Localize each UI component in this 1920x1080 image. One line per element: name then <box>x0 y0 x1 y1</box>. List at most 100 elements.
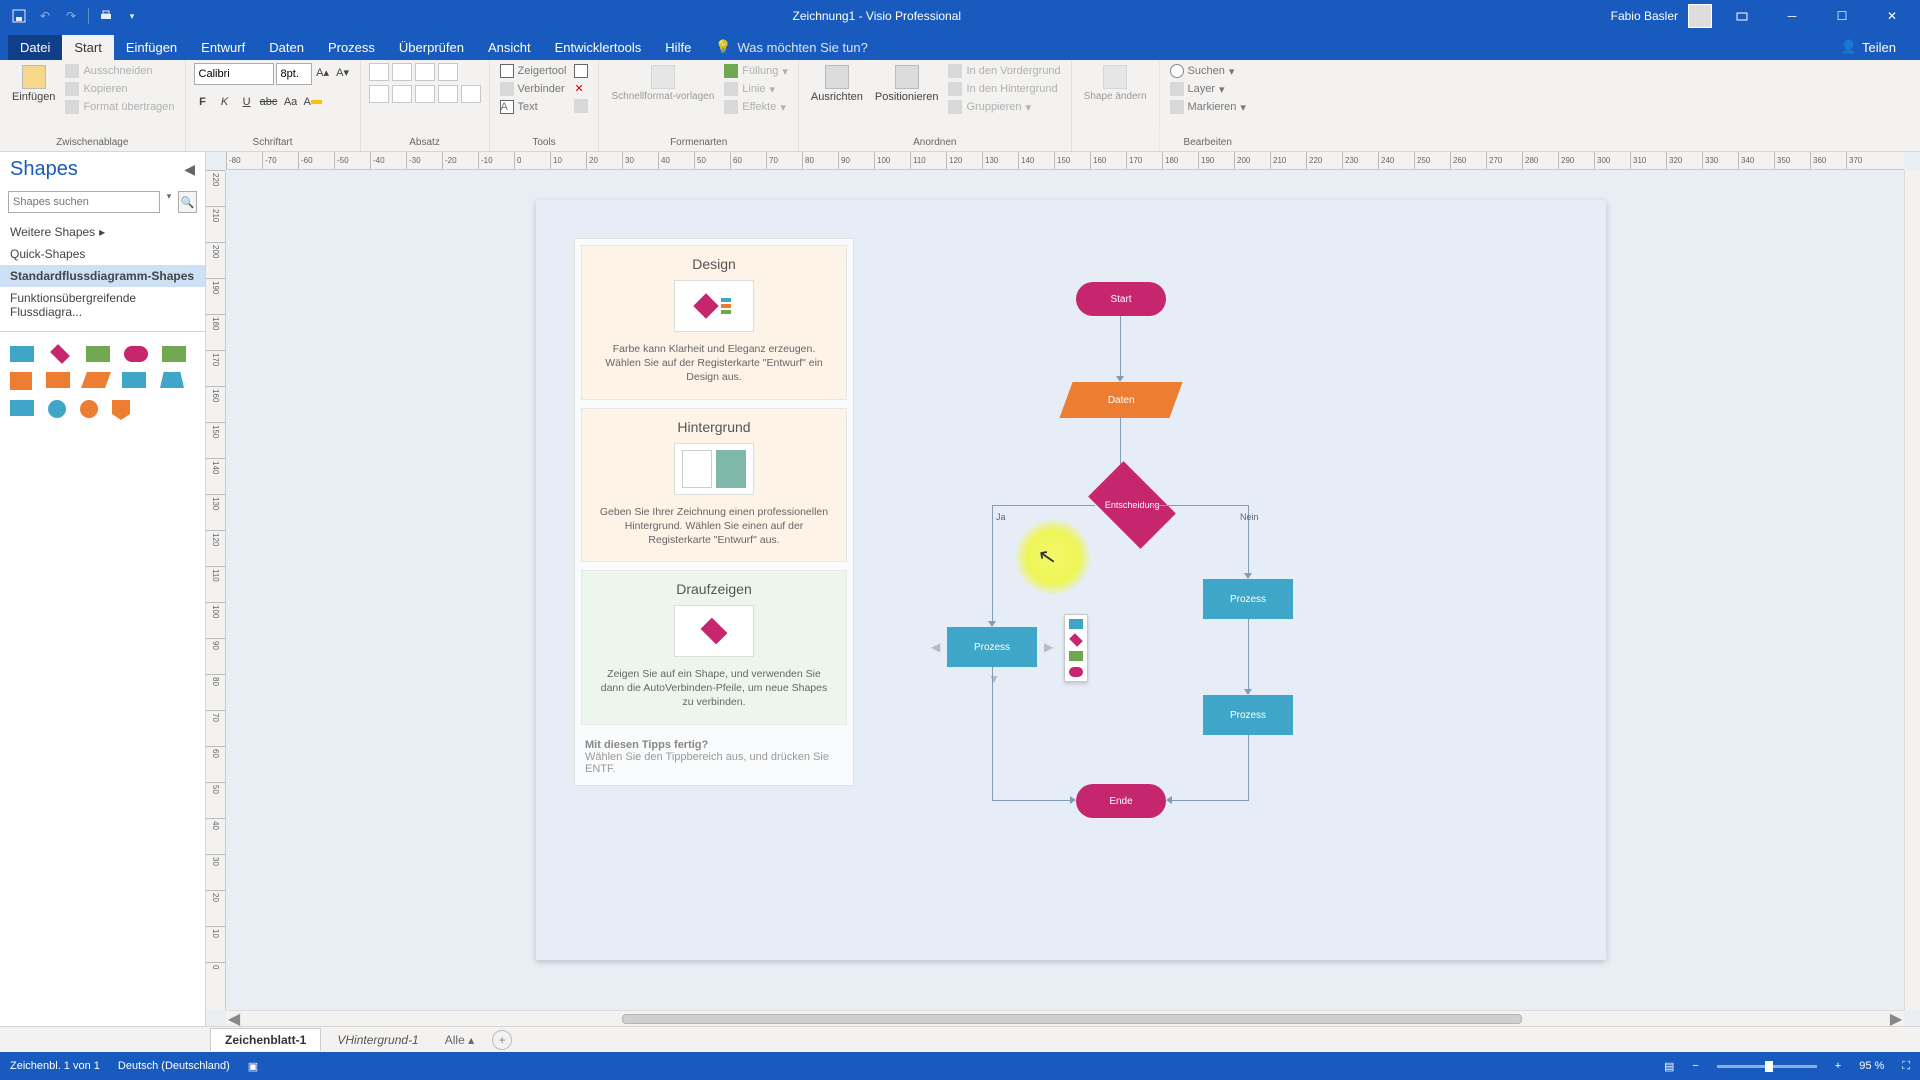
connector[interactable] <box>1149 505 1249 506</box>
redo-icon[interactable]: ↷ <box>62 7 80 25</box>
collapse-panel-button[interactable]: ◀ <box>184 161 195 178</box>
fill-button[interactable]: Füllung ▾ <box>722 63 790 79</box>
shapes-search-dropdown[interactable]: ▾ <box>164 191 174 213</box>
connector[interactable] <box>992 667 993 800</box>
autoconnect-right-icon[interactable]: ▶ <box>1044 640 1053 654</box>
font-name-select[interactable] <box>194 63 274 85</box>
share-button[interactable]: 👤 Teilen <box>1831 34 1906 60</box>
tab-data[interactable]: Daten <box>257 35 316 60</box>
stencil-terminator2[interactable] <box>162 346 186 362</box>
autoconnect-down-icon[interactable]: ▼ <box>988 672 1000 686</box>
autoconnect-left-icon[interactable]: ◀ <box>931 640 940 654</box>
indent-dec-button[interactable] <box>438 85 458 103</box>
stencil-connector[interactable] <box>48 400 66 418</box>
font-color-button[interactable]: A <box>304 93 322 111</box>
change-shape-button[interactable]: Shape ändern <box>1080 63 1151 104</box>
minimize-button[interactable]: ─ <box>1772 0 1812 32</box>
align-middle-button[interactable] <box>392 63 412 81</box>
fit-page-button[interactable]: ⛶ <box>1902 1060 1910 1073</box>
page-tab-background[interactable]: VHintergrund-1 <box>323 1029 432 1051</box>
scroll-thumb[interactable] <box>622 1014 1522 1024</box>
stencil-custom2[interactable] <box>10 400 34 416</box>
popup-decision-shape[interactable] <box>1069 633 1083 647</box>
effects-button[interactable]: Effekte ▾ <box>722 99 790 115</box>
stencil-terminator[interactable] <box>124 346 148 362</box>
more-shapes-menu[interactable]: Weitere Shapes ▸ <box>0 221 205 243</box>
print-icon[interactable] <box>97 7 115 25</box>
send-back-button[interactable]: In den Hintergrund <box>946 81 1062 97</box>
copy-button[interactable]: Kopieren <box>63 81 176 97</box>
user-avatar[interactable] <box>1688 4 1712 28</box>
quick-shapes-popup[interactable] <box>1064 614 1088 682</box>
clear-format-button[interactable] <box>438 63 458 81</box>
view-presentation-icon[interactable]: ▤ <box>1664 1060 1674 1073</box>
shrink-font-button[interactable]: A▾ <box>334 63 352 81</box>
strike-button[interactable]: abc <box>260 93 278 111</box>
stencil-process[interactable] <box>10 346 34 362</box>
zoom-out-button[interactable]: − <box>1692 1060 1698 1072</box>
save-icon[interactable] <box>10 7 28 25</box>
tab-file[interactable]: Datei <box>8 35 62 60</box>
stencil-data[interactable] <box>81 372 111 388</box>
tab-review[interactable]: Überprüfen <box>387 35 476 60</box>
status-language[interactable]: Deutsch (Deutschland) <box>118 1060 230 1072</box>
format-painter-button[interactable]: Format übertragen <box>63 99 176 115</box>
connector[interactable] <box>1248 619 1249 691</box>
page-tab-all[interactable]: Alle ▴ <box>435 1029 484 1051</box>
shape-process-left[interactable]: Prozess <box>947 627 1037 667</box>
stencil-external[interactable] <box>122 372 146 388</box>
align-right-button[interactable] <box>415 85 435 103</box>
group-objects-button[interactable]: Gruppieren ▾ <box>946 99 1062 115</box>
zoom-slider-knob[interactable] <box>1765 1061 1773 1072</box>
tab-process[interactable]: Prozess <box>316 35 387 60</box>
shape-data[interactable]: Daten <box>1066 382 1176 418</box>
drawing-canvas[interactable]: Design Farbe kann Klarheit und Eleganz e… <box>226 170 1904 1010</box>
tab-home[interactable]: Start <box>62 35 113 60</box>
bullets-button[interactable] <box>415 63 435 81</box>
shape-end[interactable]: Ende <box>1076 784 1166 818</box>
maximize-button[interactable]: ☐ <box>1822 0 1862 32</box>
connector[interactable] <box>1120 316 1121 378</box>
quick-shapes-category[interactable]: Quick-Shapes <box>0 243 205 265</box>
select-button[interactable]: Markieren ▾ <box>1168 99 1248 115</box>
page-tab-1[interactable]: Zeichenblatt-1 <box>210 1028 321 1051</box>
stencil-custom1[interactable] <box>160 372 184 388</box>
stencil-offpage[interactable] <box>80 400 98 418</box>
stencil-decision[interactable] <box>50 344 70 364</box>
tell-me-search[interactable]: 💡 Was möchten Sie tun? <box>703 34 880 60</box>
vertical-scrollbar[interactable] <box>1904 170 1920 1010</box>
cut-button[interactable]: Ausschneiden <box>63 63 176 79</box>
stencil-custom3[interactable] <box>112 400 130 420</box>
connector[interactable] <box>992 505 993 623</box>
line-button[interactable]: Linie ▾ <box>722 81 790 97</box>
stencil-database[interactable] <box>46 372 70 388</box>
connector[interactable] <box>992 505 1095 506</box>
shape-process-right2[interactable]: Prozess <box>1203 695 1293 735</box>
undo-icon[interactable]: ↶ <box>36 7 54 25</box>
rotate-tool-button[interactable] <box>572 98 590 114</box>
align-center-button[interactable] <box>392 85 412 103</box>
horizontal-scrollbar[interactable]: ◀ ▶ <box>226 1010 1904 1026</box>
qat-dropdown-icon[interactable]: ▾ <box>123 7 141 25</box>
tab-help[interactable]: Hilfe <box>653 35 703 60</box>
drawing-page[interactable]: Design Farbe kann Klarheit und Eleganz e… <box>536 200 1606 960</box>
close-button[interactable]: ✕ <box>1872 0 1912 32</box>
zoom-in-button[interactable]: + <box>1835 1060 1841 1072</box>
tab-view[interactable]: Ansicht <box>476 35 543 60</box>
close-tool-button[interactable]: ✕ <box>572 81 590 96</box>
connector[interactable] <box>992 800 1072 801</box>
shape-process-right1[interactable]: Prozess <box>1203 579 1293 619</box>
macro-record-icon[interactable]: ▣ <box>248 1060 258 1073</box>
text-tool-button[interactable]: AText <box>498 99 569 115</box>
quick-styles-button[interactable]: Schnellformat-vorlagen <box>607 63 718 104</box>
shape-start[interactable]: Start <box>1076 282 1166 316</box>
position-button[interactable]: Positionieren <box>871 63 943 105</box>
align-button[interactable]: Ausrichten <box>807 63 867 105</box>
grow-font-button[interactable]: A▴ <box>314 63 332 81</box>
rectangle-tool-button[interactable] <box>572 63 590 79</box>
paste-button[interactable]: Einfügen <box>8 63 59 105</box>
shapes-search-input[interactable] <box>8 191 160 213</box>
align-top-button[interactable] <box>369 63 389 81</box>
tab-insert[interactable]: Einfügen <box>114 35 189 60</box>
basic-flowchart-category[interactable]: Standardflussdiagramm-Shapes <box>0 265 205 287</box>
